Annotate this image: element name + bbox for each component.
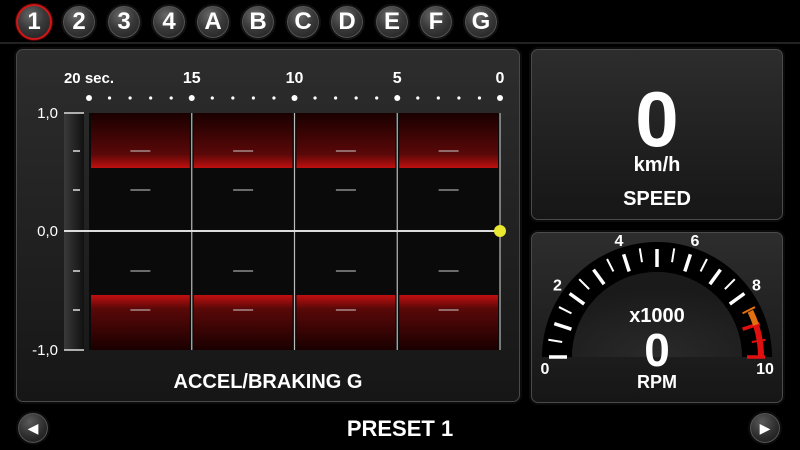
time-label-0: 20 sec. (64, 70, 114, 87)
band-bottom-3 (399, 295, 498, 350)
time-label-1: 15 (183, 70, 201, 87)
y-label-1: 0,0 (37, 223, 58, 240)
speed-unit: km/h (633, 154, 681, 176)
band-top-0 (91, 113, 190, 168)
accel-braking-title: ACCEL/BRAKING G (173, 371, 363, 393)
time-dot-17 (436, 96, 440, 100)
time-dot-5 (188, 95, 195, 101)
time-dot-8 (251, 96, 255, 100)
rpm-label: RPM (637, 372, 677, 392)
time-dot-11 (313, 96, 317, 100)
time-dot-3 (149, 96, 153, 100)
time-dot-10 (291, 95, 298, 101)
rpm-scale-label-8: 8 (752, 278, 761, 295)
time-label-4: 0 (496, 70, 505, 87)
time-dot-2 (128, 96, 132, 100)
band-top-1 (193, 113, 293, 168)
rpm-scale-label-2: 2 (553, 278, 562, 295)
band-top-3 (399, 113, 498, 168)
time-dot-19 (477, 96, 482, 100)
time-label-2: 10 (286, 70, 304, 87)
rpm-value: 0 (644, 324, 670, 376)
right-arrow-icon: ▶ (759, 419, 771, 436)
time-dot-15 (394, 95, 401, 101)
speed-label: SPEED (623, 188, 691, 210)
y-label-2: -1,0 (32, 342, 58, 359)
time-dot-9 (272, 96, 276, 100)
time-dot-1 (107, 96, 112, 100)
preset-label: PRESET 1 (346, 416, 454, 441)
time-dot-7 (231, 96, 235, 100)
rpm-scale-label-6: 6 (691, 233, 700, 250)
time-dot-6 (210, 96, 214, 100)
speed-value: 0 (635, 75, 679, 163)
rpm-scale-label-4: 4 (615, 233, 624, 250)
y-label-0: 1,0 (37, 105, 58, 122)
current-g-marker (494, 225, 506, 237)
next-preset-button[interactable]: ▶ (748, 411, 782, 445)
time-dot-12 (334, 96, 338, 100)
time-dot-13 (354, 96, 358, 100)
time-label-3: 5 (393, 70, 402, 87)
time-dot-14 (375, 96, 379, 100)
time-dot-20 (497, 95, 503, 101)
time-dot-4 (169, 96, 173, 100)
time-dot-0 (86, 95, 92, 101)
band-bottom-0 (91, 295, 190, 350)
band-bottom-2 (296, 295, 396, 350)
band-bottom-1 (193, 295, 293, 350)
time-dot-18 (457, 96, 461, 100)
band-top-2 (296, 113, 396, 168)
time-dot-16 (416, 96, 420, 100)
